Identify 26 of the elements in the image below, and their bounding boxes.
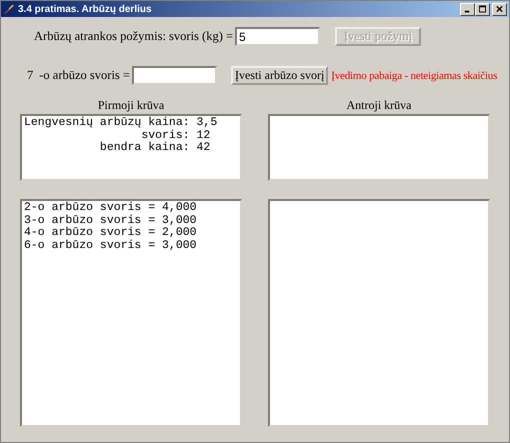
memo-line: bendra kaina: 42 bbox=[98, 142, 212, 154]
memo-line: Lengvesnių arbūzų kaina: 3,5 bbox=[24, 117, 218, 130]
maximize-icon bbox=[479, 5, 486, 13]
feather-icon bbox=[3, 3, 15, 15]
index-label: 7 bbox=[27, 68, 34, 83]
close-icon bbox=[496, 5, 503, 13]
minimize-button[interactable] bbox=[460, 2, 475, 16]
memo-line: 4-o arbūzo svoris = 2,000 bbox=[24, 227, 198, 240]
memo-line: 2-o arbūzo svoris = 4,000 bbox=[24, 202, 198, 214]
pile-heading: Pirmoji krūva bbox=[98, 98, 164, 114]
memo-line: svoris: 12 bbox=[140, 130, 212, 142]
maximize-button[interactable] bbox=[475, 2, 490, 16]
memo-line: 6-o arbūzo svoris = 3,000 bbox=[24, 240, 198, 252]
criterion-input-field[interactable]: 5 bbox=[235, 27, 320, 46]
criterion-label: Arbūzų atrankos požymis: svoris (kg) = bbox=[34, 29, 234, 44]
weight-input-field[interactable] bbox=[132, 66, 217, 85]
summary-memo[interactable] bbox=[268, 114, 490, 181]
pile-heading: Antroji krūva bbox=[346, 98, 412, 114]
window-title: 3.4 pratimas. Arbūzų derlius bbox=[18, 4, 153, 14]
status-message: Įvedimo pabaiga - neteigiamas skaičius bbox=[331, 70, 498, 82]
memo-line: 3-o arbūzo svoris = 3,000 bbox=[24, 214, 198, 226]
enter-weight-button[interactable]: Įvesti arbūzo svorį bbox=[230, 66, 328, 85]
weight-label: -o arbūzo svoris = bbox=[39, 68, 130, 83]
close-button[interactable] bbox=[492, 2, 507, 16]
summary-memo[interactable]: Lengvesnių arbūzų kaina: 3,5 svoris: 12 bendra kaina: 42 bbox=[20, 114, 242, 181]
weights-memo[interactable]: 2-o arbūzo svoris = 4,000 3-o arbūzo svoris = 3,000 4-o arbūzo svoris = 2,000 6-o arbūzo svoris = 3,000 bbox=[20, 199, 242, 427]
